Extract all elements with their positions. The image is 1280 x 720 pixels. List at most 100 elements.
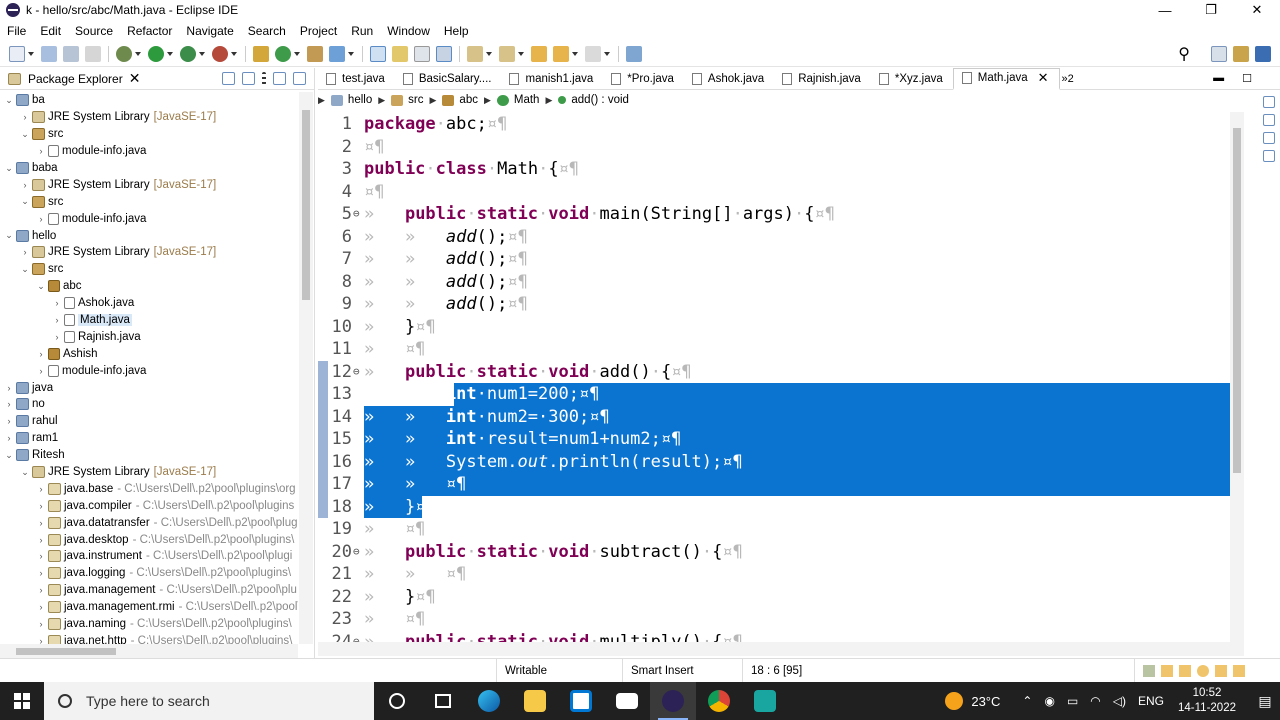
chevron-right-icon[interactable]: › — [36, 636, 46, 644]
tree-item[interactable]: › java.logging - C:\Users\Dell\.p2\pool\pl… — [0, 565, 298, 582]
block-selection-icon[interactable] — [414, 45, 430, 62]
close-view-icon[interactable]: ✕ — [129, 70, 141, 87]
notification-icon[interactable] — [1233, 665, 1245, 677]
input-language[interactable]: ENG — [1138, 694, 1164, 708]
close-tab-icon[interactable]: ✕ — [1038, 70, 1049, 86]
chevron-right-icon[interactable]: › — [36, 602, 46, 612]
menu-help[interactable]: Help — [437, 24, 476, 38]
minimize-button[interactable]: — — [1142, 0, 1188, 20]
menu-file[interactable]: File — [0, 24, 33, 38]
more-tabs-button[interactable]: »2 — [1062, 73, 1074, 85]
last-edit-location-icon[interactable] — [531, 45, 547, 62]
tree-item[interactable]: › java.management - C:\Users\Dell\.p2\pool… — [0, 582, 298, 599]
task-list-icon[interactable] — [1263, 114, 1275, 126]
chevron-right-icon[interactable]: › — [36, 146, 46, 156]
tree-item[interactable]: › module-info.java — [0, 362, 298, 379]
tree-item[interactable]: › java.datatransfer - C:\Users\Dell\.p2\po… — [0, 514, 298, 531]
minimize-view-icon[interactable] — [273, 72, 286, 85]
fold-toggle-icon[interactable]: ⊖ — [353, 361, 360, 384]
chevron-down-icon[interactable] — [486, 46, 492, 62]
taskbar-search-box[interactable]: Type here to search — [44, 682, 374, 720]
scrollbar-thumb[interactable] — [1233, 128, 1241, 473]
coverage-icon[interactable] — [212, 45, 228, 62]
run-icon[interactable] — [148, 45, 164, 62]
tree-item[interactable]: ⌄ src — [0, 261, 298, 278]
menu-edit[interactable]: Edit — [33, 24, 68, 38]
chevron-down-icon[interactable] — [348, 46, 354, 62]
volume-icon[interactable]: ◁) — [1113, 694, 1126, 708]
chevron-down-icon[interactable]: ⌄ — [20, 129, 30, 140]
tip-icon[interactable] — [1197, 665, 1209, 677]
tab-basicsalary[interactable]: BasicSalary.... — [395, 68, 502, 90]
editor-vertical-scrollbar[interactable] — [1230, 112, 1244, 642]
taskbar-chrome[interactable] — [696, 682, 742, 720]
package-explorer-title[interactable]: Package Explorer — [28, 72, 123, 86]
task-view-button[interactable] — [420, 682, 466, 720]
new-java-project-icon[interactable] — [253, 45, 269, 62]
tree-item[interactable]: › Ashok.java — [0, 295, 298, 312]
task-icon[interactable] — [1143, 665, 1155, 677]
code-line[interactable]: 17 » » ¤¶ — [318, 473, 1230, 496]
tree-item[interactable]: › java.compiler - C:\Users\Dell\.p2\pool\p… — [0, 497, 298, 514]
tree-item[interactable]: › Math.java — [0, 312, 298, 329]
breadcrumb-src[interactable]: src — [391, 94, 424, 106]
code-line[interactable]: 4 ¤¶ — [318, 181, 1230, 204]
taskbar-store[interactable] — [558, 682, 604, 720]
tree-item[interactable]: › rahul — [0, 413, 298, 430]
chevron-down-icon[interactable]: ⌄ — [20, 264, 30, 275]
menu-project[interactable]: Project — [293, 24, 344, 38]
chevron-down-icon[interactable]: ⌄ — [36, 281, 46, 292]
chevron-right-icon[interactable]: › — [36, 484, 46, 494]
tree-item[interactable]: ⌄ src — [0, 193, 298, 210]
previous-annotation-icon[interactable] — [499, 45, 515, 62]
tree-item[interactable]: ⌄ JRE System Library [JavaSE-17] — [0, 464, 298, 481]
pin-editor-icon[interactable] — [626, 45, 642, 62]
chevron-right-icon[interactable]: › — [36, 501, 46, 511]
menu-source[interactable]: Source — [68, 24, 120, 38]
tree-item[interactable]: › no — [0, 396, 298, 413]
code-line[interactable]: 6 » » add();¤¶ — [318, 226, 1230, 249]
forward-icon[interactable] — [585, 45, 601, 62]
taskbar-edge[interactable] — [466, 682, 512, 720]
problems-icon[interactable] — [1263, 132, 1275, 144]
code-line[interactable]: 12 ⊖» public·static·void·add()·{¤¶ — [318, 361, 1230, 384]
tree-item[interactable]: ⌄ abc — [0, 278, 298, 295]
start-button[interactable] — [0, 682, 44, 720]
breadcrumb-project[interactable]: hello — [330, 94, 372, 106]
taskbar-mail[interactable] — [604, 682, 650, 720]
java-ee-perspective-icon[interactable] — [1233, 45, 1249, 62]
search-tool-icon[interactable] — [329, 45, 345, 62]
menu-search[interactable]: Search — [241, 24, 293, 38]
editor-horizontal-scrollbar[interactable] — [318, 642, 1244, 656]
maximize-view-icon[interactable] — [293, 72, 306, 85]
tree-item[interactable]: ⌄ ba — [0, 92, 298, 109]
wifi-icon[interactable]: ◠ — [1090, 694, 1100, 708]
code-line[interactable]: 20 ⊖» public·static·void·subtract()·{¤¶ — [318, 541, 1230, 564]
chevron-down-icon[interactable] — [135, 46, 141, 62]
breadcrumb-class[interactable]: Math — [496, 94, 539, 106]
tree-item[interactable]: › java.management.rmi - C:\Users\Dell\.p2\… — [0, 599, 298, 616]
notification-icon[interactable] — [1215, 665, 1227, 677]
menu-navigate[interactable]: Navigate — [179, 24, 240, 38]
chevron-down-icon[interactable]: ⌄ — [4, 230, 14, 241]
save-all-icon[interactable] — [63, 45, 79, 62]
java-perspective-icon[interactable] — [1255, 45, 1271, 62]
chevron-right-icon[interactable]: › — [4, 433, 14, 443]
tree-item[interactable]: › java.instrument - C:\Users\Dell\.p2\pool… — [0, 548, 298, 565]
tab-math-java[interactable]: Math.java ✕ — [952, 67, 1060, 90]
chevron-down-icon[interactable]: ⌄ — [4, 450, 14, 461]
menu-window[interactable]: Window — [380, 24, 437, 38]
tree-item[interactable]: › Rajnish.java — [0, 328, 298, 345]
chevron-down-icon[interactable]: ⌄ — [4, 95, 14, 106]
chevron-down-icon[interactable] — [28, 46, 34, 62]
meet-now-icon[interactable]: ◉ — [1044, 694, 1054, 708]
weather-widget[interactable]: 23°C — [945, 692, 1000, 710]
chevron-right-icon[interactable]: › — [36, 551, 46, 561]
tab-rajnish-java[interactable]: Rajnish.java — [774, 68, 871, 90]
chevron-right-icon[interactable]: › — [4, 399, 14, 409]
code-line[interactable]: 21 » » ¤¶ — [318, 563, 1230, 586]
chevron-down-icon[interactable] — [167, 46, 173, 62]
code-line[interactable]: 1 package·abc;¤¶ — [318, 113, 1230, 136]
tree-item[interactable]: › module-info.java — [0, 210, 298, 227]
collapse-all-icon[interactable] — [222, 72, 235, 85]
